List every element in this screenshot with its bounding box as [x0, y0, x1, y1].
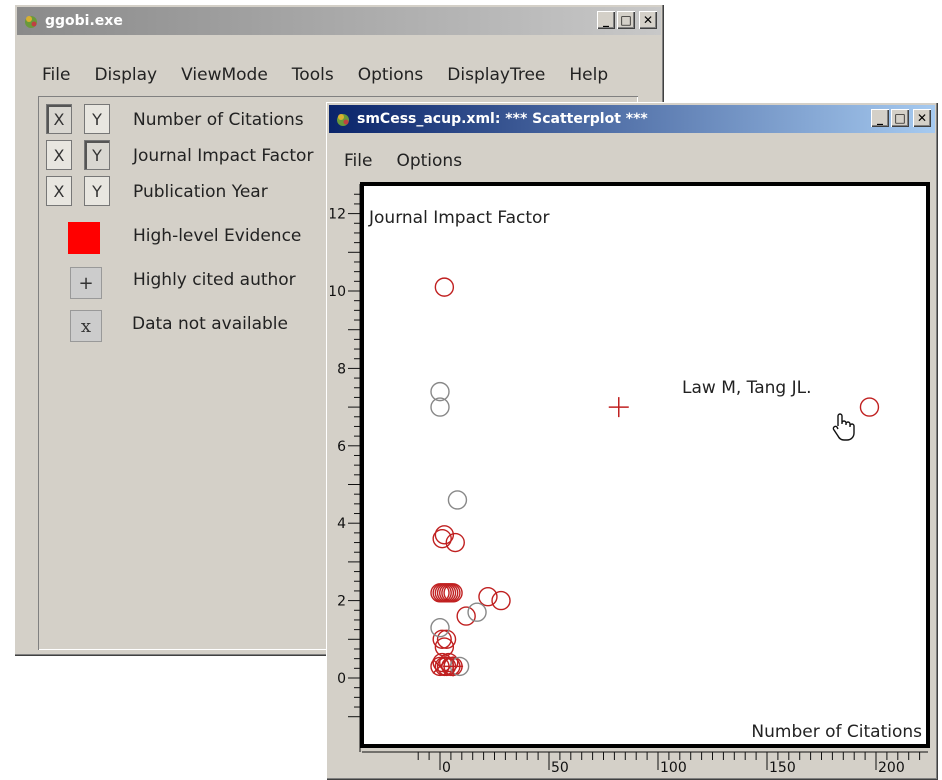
x-ruler-label: 50 [551, 760, 569, 776]
var-citations-y-button[interactable]: Y [84, 104, 110, 134]
menu-display[interactable]: Display [94, 65, 157, 85]
data-point[interactable] [478, 587, 498, 607]
y-ruler-label: 6 [337, 439, 346, 455]
y-ruler-label: 0 [337, 671, 346, 687]
minimize-icon[interactable]: _ [871, 109, 889, 127]
x-ruler-label: 200 [878, 760, 905, 776]
data-point[interactable] [467, 602, 487, 622]
legend-not-available-label: Data not available [132, 314, 288, 334]
main-window-title: ggobi.exe [45, 13, 123, 29]
menu-tools[interactable]: Tools [292, 65, 334, 85]
y-ruler-label: 10 [330, 284, 346, 300]
data-point[interactable] [434, 277, 455, 297]
data-point[interactable] [859, 397, 880, 417]
y-ruler-label: 12 [330, 207, 346, 223]
scatter-menu-file[interactable]: File [344, 151, 372, 171]
data-point[interactable] [447, 490, 468, 510]
var-impact-label: Journal Impact Factor [133, 146, 314, 166]
scatter-titlebar[interactable]: smCess_acup.xml: *** Scatterplot *** _ □… [329, 105, 935, 133]
legend-highly-cited-label: Highly cited author [133, 270, 296, 290]
var-year-label: Publication Year [133, 182, 268, 202]
y-ruler-label: 8 [337, 361, 346, 377]
maximize-icon[interactable]: □ [617, 11, 635, 29]
legend-not-available-swatch[interactable]: x [70, 310, 102, 342]
plot-area[interactable]: Journal Impact Factor Number of Citation… [360, 182, 930, 748]
x-ruler-label: 100 [660, 760, 687, 776]
ggobi-app-icon [335, 111, 351, 127]
var-year-y-button[interactable]: Y [84, 176, 110, 206]
data-point[interactable] [456, 606, 476, 626]
main-menubar: File Display ViewMode Tools Options Disp… [42, 59, 632, 91]
scatter-menubar: File Options [344, 146, 486, 176]
menu-displaytree[interactable]: DisplayTree [447, 65, 545, 85]
menu-options[interactable]: Options [358, 65, 424, 85]
data-point[interactable] [491, 590, 511, 611]
menu-viewmode[interactable]: ViewMode [181, 65, 268, 85]
maximize-icon[interactable]: □ [891, 109, 909, 127]
legend-highly-cited-swatch[interactable]: + [70, 267, 102, 299]
menu-help[interactable]: Help [569, 65, 608, 85]
ggobi-app-icon [23, 13, 39, 29]
close-icon[interactable]: ✕ [913, 109, 931, 127]
var-impact-x-button[interactable]: X [46, 140, 72, 170]
scatter-menu-options[interactable]: Options [396, 151, 462, 171]
scatter-window-title: smCess_acup.xml: *** Scatterplot *** [357, 111, 648, 127]
var-citations-label: Number of Citations [133, 110, 304, 130]
var-citations-x-button[interactable]: X [46, 104, 72, 134]
x-ruler-label: 150 [769, 760, 796, 776]
menu-file[interactable]: File [42, 65, 70, 85]
y-ruler-label: 4 [337, 516, 346, 532]
y-ruler-label: 2 [337, 594, 346, 610]
close-icon[interactable]: ✕ [639, 11, 657, 29]
x-ruler[interactable]: 0 50 100 150 200 [360, 750, 930, 778]
legend-high-evidence-label: High-level Evidence [133, 226, 302, 246]
minimize-icon[interactable]: _ [597, 11, 615, 29]
scatter-plot-svg[interactable] [364, 186, 926, 744]
hand-cursor-icon [832, 413, 855, 441]
scatterplot-window: smCess_acup.xml: *** Scatterplot *** _ □… [326, 102, 938, 780]
data-point[interactable] [608, 397, 629, 418]
legend-high-evidence-swatch[interactable] [68, 222, 100, 254]
x-ruler-label: 0 [442, 760, 451, 776]
main-titlebar[interactable]: ggobi.exe _ □ ✕ [17, 7, 661, 35]
var-impact-y-button[interactable]: Y [84, 140, 110, 170]
y-ruler[interactable]: 12 10 8 6 4 2 0 [330, 182, 362, 754]
var-year-x-button[interactable]: X [46, 176, 72, 206]
